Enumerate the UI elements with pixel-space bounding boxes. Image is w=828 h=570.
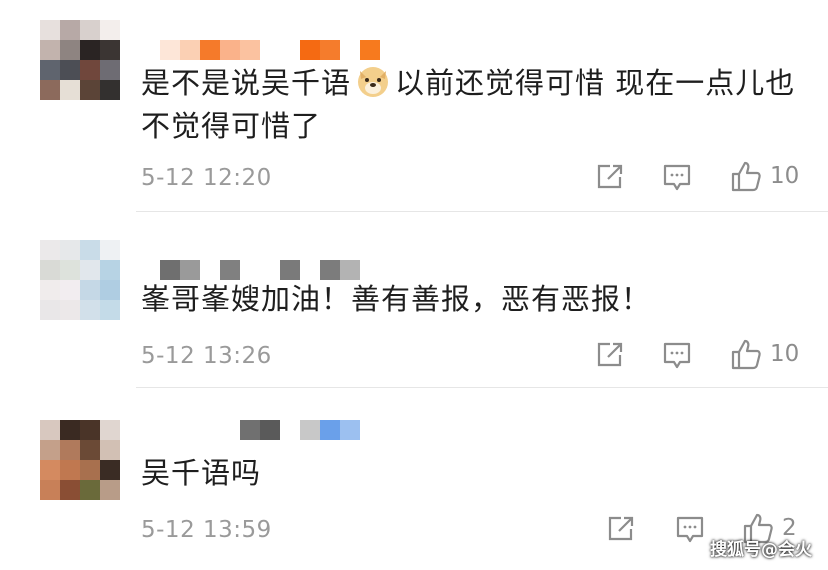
comment-button[interactable] — [676, 516, 704, 543]
comment-button[interactable] — [663, 342, 691, 369]
like-count: 10 — [770, 341, 800, 367]
comment-text: 吴千语吗 — [141, 456, 262, 490]
avatar[interactable] — [40, 20, 120, 100]
doge-emoji-icon — [355, 63, 391, 99]
comment-time: 5-12 12:20 — [141, 165, 272, 191]
like-button[interactable]: 10 — [730, 338, 799, 370]
comment-button[interactable] — [663, 164, 691, 191]
like-count: 10 — [770, 163, 800, 189]
comment-text-part1: 是不是说吴千语 — [141, 66, 352, 100]
comment-time: 5-12 13:26 — [141, 343, 272, 369]
comment-time: 5-12 13:59 — [141, 517, 272, 543]
comment-icon — [663, 342, 691, 369]
share-button[interactable] — [607, 516, 635, 542]
share-button[interactable] — [596, 342, 624, 368]
share-icon — [597, 164, 623, 189]
like-button[interactable]: 10 — [730, 160, 799, 192]
watermark: 搜狐号@会火 — [710, 540, 812, 560]
like-icon — [731, 161, 761, 192]
comment-icon — [676, 516, 704, 543]
comment-icon — [663, 164, 691, 191]
avatar[interactable] — [40, 420, 120, 500]
comment-item: 峯哥峯嫂加油！善有善报，恶有恶报！ 5-12 13:26 10 — [0, 212, 828, 388]
comment-item: 是不是说吴千语 以前还觉得可惜 现在一点儿也不觉得可惜了 5-12 12:20 1… — [0, 0, 828, 212]
share-icon — [608, 516, 634, 541]
comment-text: 峯哥峯嫂加油！善有善报，恶有恶报！ — [141, 282, 652, 316]
share-icon — [597, 342, 623, 367]
avatar[interactable] — [40, 240, 120, 320]
username-blurred[interactable] — [160, 420, 360, 442]
like-icon — [731, 339, 761, 370]
share-button[interactable] — [596, 164, 624, 190]
comment-item: 吴千语吗 5-12 13:59 2 — [0, 388, 828, 570]
comment-text: 是不是说吴千语 以前还觉得可惜 现在一点儿也不觉得可惜了 — [141, 62, 801, 148]
username-blurred[interactable] — [160, 40, 380, 62]
